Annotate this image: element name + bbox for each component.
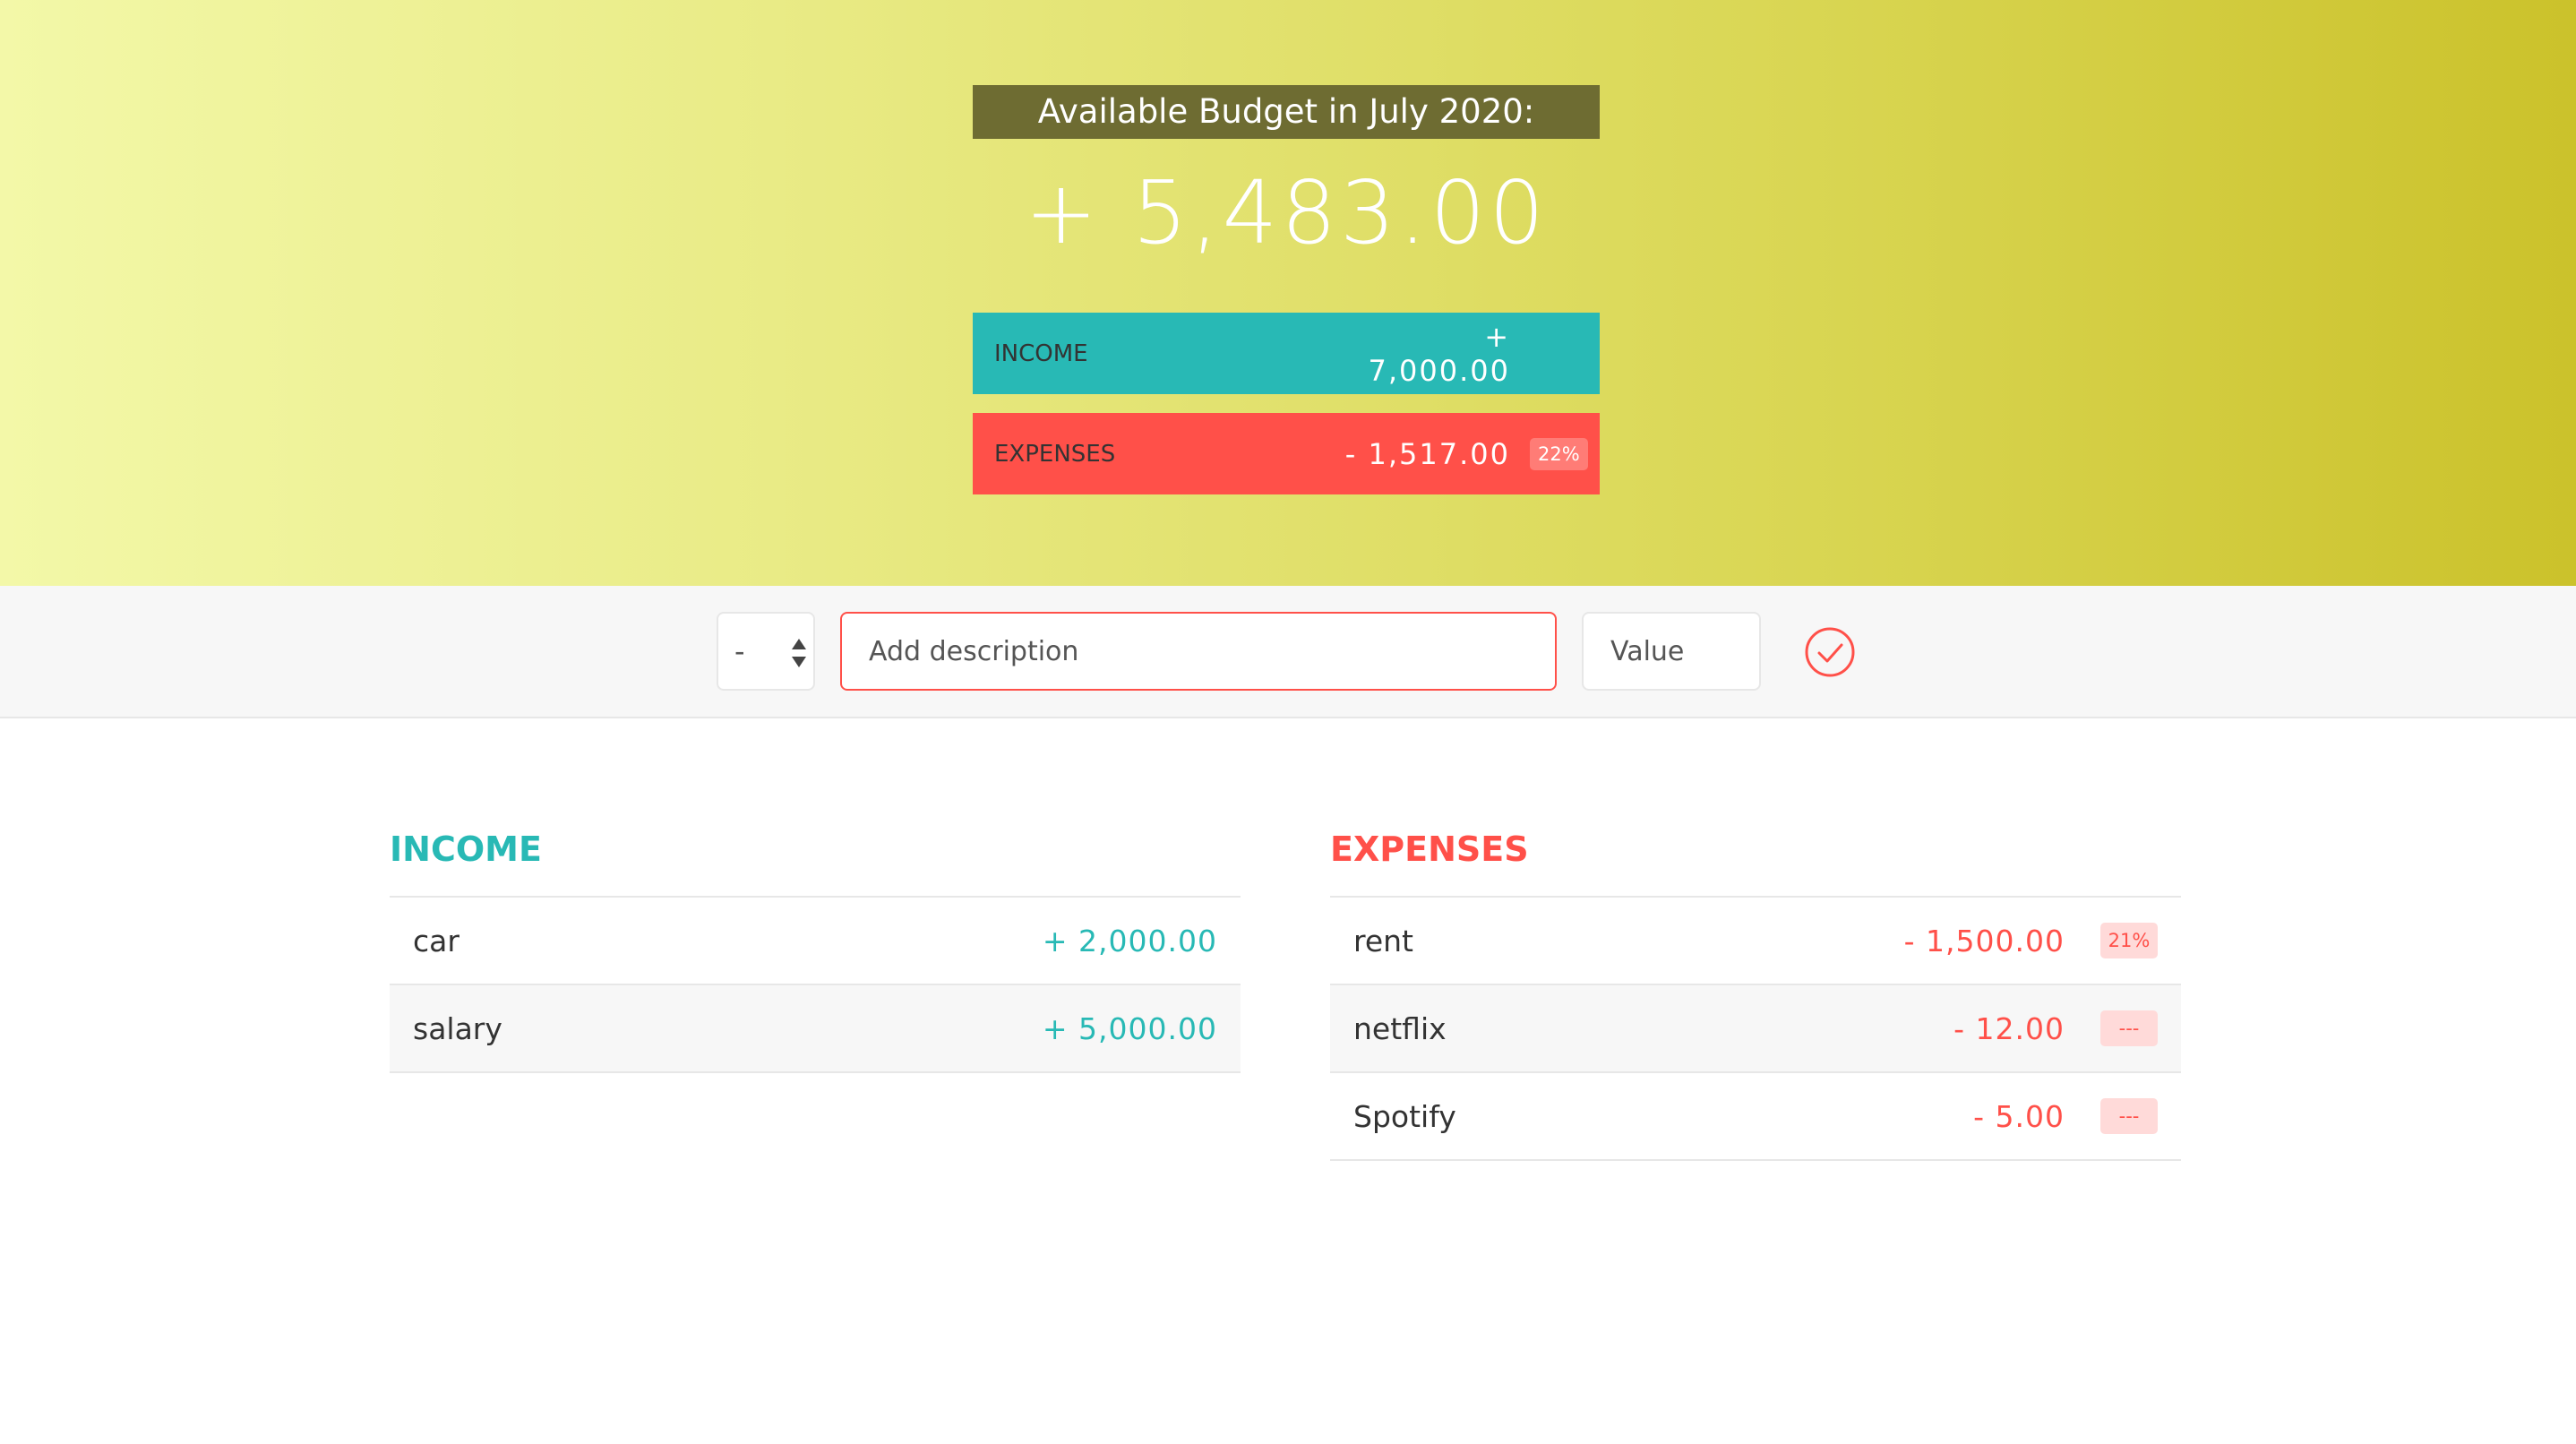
check-circle-icon	[1805, 627, 1855, 677]
expense-item[interactable]: netflix - 12.00 ---	[1330, 985, 2181, 1073]
item-description: salary	[413, 1010, 502, 1046]
expenses-list-title: Expenses	[1330, 829, 1529, 869]
item-percentage-badge: 21%	[2100, 923, 2158, 958]
expense-item[interactable]: Spotify - 5.00 ---	[1330, 1073, 2181, 1161]
expenses-summary-value: - 1,517.00	[1344, 436, 1510, 471]
budget-title: Available Budget in July 2020:	[973, 85, 1600, 139]
select-arrows-icon	[792, 639, 806, 667]
income-list-title: Income	[390, 829, 542, 869]
item-value: - 1,500.00	[1903, 923, 2065, 958]
item-value: - 12.00	[1953, 1010, 2065, 1046]
item-value: - 5.00	[1973, 1098, 2065, 1134]
item-value: + 5,000.00	[1042, 1010, 1217, 1046]
item-value: + 2,000.00	[1042, 923, 1217, 958]
income-item[interactable]: salary + 5,000.00	[390, 985, 1241, 1073]
add-item-bar: -	[0, 586, 2576, 718]
expenses-percentage-badge: 22%	[1530, 437, 1588, 470]
income-summary-value: + 7,000.00	[1368, 319, 1510, 388]
budget-header: Available Budget in July 2020: + 5,483.0…	[0, 0, 2576, 586]
available-budget-value: + 5,483.00	[1024, 162, 1549, 263]
type-select-value: -	[734, 634, 745, 668]
item-description: Spotify	[1353, 1098, 1456, 1134]
income-summary: Income + 7,000.00	[973, 313, 1600, 394]
item-description: car	[413, 923, 459, 958]
expenses-summary: Expenses - 1,517.00 22%	[973, 413, 1600, 494]
income-items: car + 2,000.00 salary + 5,000.00	[390, 896, 1241, 1073]
item-description: rent	[1353, 923, 1413, 958]
type-select[interactable]: -	[717, 612, 815, 691]
income-summary-label: Income	[994, 340, 1088, 367]
income-item[interactable]: car + 2,000.00	[390, 898, 1241, 985]
expenses-summary-label: Expenses	[994, 440, 1116, 468]
item-percentage-badge: ---	[2100, 1098, 2158, 1134]
expense-items: rent - 1,500.00 21% netflix - 12.00 --- …	[1330, 896, 2181, 1161]
item-percentage-badge: ---	[2100, 1010, 2158, 1046]
value-input[interactable]	[1582, 612, 1761, 691]
expense-item[interactable]: rent - 1,500.00 21%	[1330, 898, 2181, 985]
add-item-button[interactable]	[1804, 626, 1856, 678]
income-list: Income car + 2,000.00 salary + 5,000.00	[390, 824, 1241, 1073]
item-description: netflix	[1353, 1010, 1447, 1046]
description-input[interactable]	[840, 612, 1557, 691]
expenses-list: Expenses rent - 1,500.00 21% netflix - 1…	[1330, 824, 2181, 1161]
